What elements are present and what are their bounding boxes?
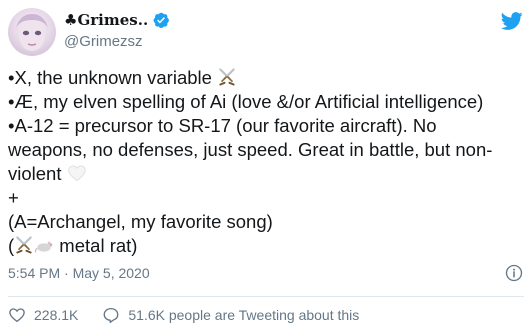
twitter-bird-icon[interactable]	[501, 10, 523, 32]
tweet-line-2: •Æ, my elven spelling of Ai (love &/or A…	[8, 91, 484, 112]
divider	[8, 296, 524, 297]
author-block: ♣Grimes.. @Grimezsz	[64, 10, 170, 50]
action-bar: 228.1K 51.6K people are Tweeting about t…	[8, 306, 359, 324]
tweeting-about-link[interactable]: 51.6K people are Tweeting about this	[102, 306, 359, 324]
tweet-timestamp[interactable]: 5:54 PM · May 5, 2020	[8, 265, 150, 281]
avatar-portrait-icon	[16, 14, 48, 51]
tweeting-about-text: 51.6K people are Tweeting about this	[128, 307, 360, 323]
tweet-line-7: (A=Archangel, my favorite song)	[8, 211, 273, 232]
like-button[interactable]: 228.1K	[8, 306, 78, 324]
crossed-swords-icon	[16, 236, 32, 254]
heart-icon	[9, 308, 25, 323]
tweet-line-3: •A-12 = precursor to SR-17 (our favorite…	[8, 115, 437, 136]
avatar[interactable]	[8, 8, 56, 56]
user-handle[interactable]: @Grimezsz	[64, 33, 170, 50]
info-icon[interactable]	[505, 264, 523, 282]
tweet-line-6: +	[8, 187, 19, 208]
tweet-line-8: ( metal rat)	[8, 235, 138, 256]
verified-badge-icon	[153, 12, 170, 29]
display-name-row: ♣Grimes..	[64, 10, 170, 30]
speech-bubble-icon	[103, 307, 119, 324]
tweet-line-1: •X, the unknown variable	[8, 66, 524, 90]
rat-icon	[35, 241, 53, 253]
tweet-line-4: weapons, no defenses, just speed. Great …	[8, 139, 493, 160]
tweet-line-5: violent	[8, 162, 524, 186]
embedded-tweet: ♣Grimes.. @Grimezsz •X, the unknown vari…	[0, 0, 532, 334]
tweet-text: •X, the unknown variable •Æ, my elven sp…	[8, 66, 524, 258]
white-heart-icon	[67, 165, 86, 182]
display-name[interactable]: ♣Grimes..	[64, 11, 148, 29]
crossed-swords-icon	[219, 68, 235, 86]
like-count: 228.1K	[34, 307, 79, 323]
